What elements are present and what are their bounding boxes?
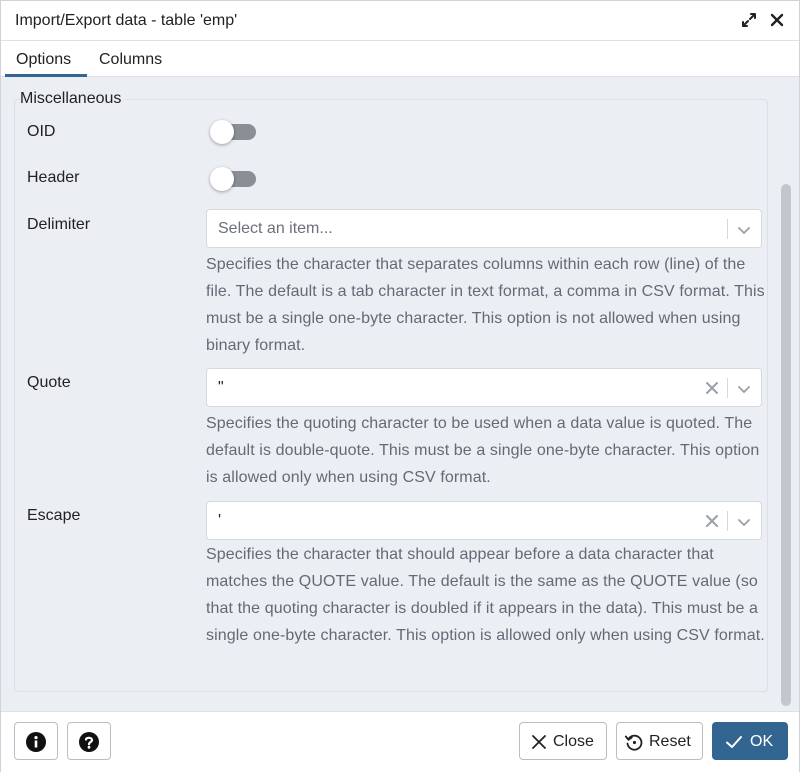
tab-bar: Options Columns <box>1 41 799 77</box>
active-tab-indicator <box>5 74 87 77</box>
import-export-dialog: Import/Export data - table 'emp' Options… <box>0 0 800 772</box>
tab-columns[interactable]: Columns <box>99 51 162 69</box>
oid-label: OID <box>27 123 56 140</box>
dialog-title: Import/Export data - table 'emp' <box>15 12 238 29</box>
select-separator <box>727 511 728 531</box>
section-legend: Miscellaneous <box>20 90 126 108</box>
quote-label: Quote <box>27 374 71 391</box>
info-icon <box>26 732 46 752</box>
chevron-down-icon[interactable] <box>736 381 752 397</box>
help-button[interactable] <box>67 722 111 760</box>
escape-label: Escape <box>27 507 81 524</box>
delimiter-help-text: Specifies the character that separates c… <box>206 256 765 354</box>
escape-select[interactable]: ' <box>206 501 762 540</box>
chevron-down-icon[interactable] <box>736 222 752 238</box>
check-icon <box>726 736 742 748</box>
header-label: Header <box>27 169 80 186</box>
tab-options[interactable]: Options <box>16 51 71 69</box>
info-button[interactable] <box>14 722 58 760</box>
close-button-label: Close <box>553 733 594 750</box>
clear-icon[interactable] <box>705 514 719 528</box>
expand-icon[interactable] <box>740 11 758 29</box>
close-icon <box>532 735 546 749</box>
toggle-knob <box>210 167 234 191</box>
reset-icon <box>624 734 643 751</box>
quote-help-text: Specifies the quoting character to be us… <box>206 415 760 486</box>
header-toggle[interactable] <box>210 167 256 191</box>
escape-value: ' <box>218 512 222 529</box>
options-panel: Miscellaneous OID Header Delimiter Selec… <box>1 78 799 711</box>
oid-toggle[interactable] <box>210 120 256 144</box>
chevron-down-icon[interactable] <box>736 514 752 530</box>
ok-button-label: OK <box>750 733 774 750</box>
vertical-scrollbar[interactable] <box>781 184 791 706</box>
escape-help-text: Specifies the character that should appe… <box>206 546 765 644</box>
close-button[interactable]: Close <box>519 722 607 760</box>
select-separator <box>727 378 728 398</box>
delimiter-select[interactable]: Select an item... <box>206 209 762 248</box>
quote-select[interactable]: " <box>206 368 762 407</box>
select-separator <box>727 219 728 239</box>
title-bar[interactable]: Import/Export data - table 'emp' <box>1 1 799 41</box>
delimiter-placeholder: Select an item... <box>218 220 333 237</box>
toggle-knob <box>210 120 234 144</box>
quote-value: " <box>218 379 224 396</box>
ok-button[interactable]: OK <box>712 722 788 760</box>
reset-button-label: Reset <box>649 733 691 750</box>
close-icon[interactable] <box>768 11 786 29</box>
help-icon <box>79 732 99 752</box>
delimiter-label: Delimiter <box>27 216 91 233</box>
clear-icon[interactable] <box>705 381 719 395</box>
dialog-footer: Close Reset OK <box>1 711 799 772</box>
reset-button[interactable]: Reset <box>616 722 703 760</box>
